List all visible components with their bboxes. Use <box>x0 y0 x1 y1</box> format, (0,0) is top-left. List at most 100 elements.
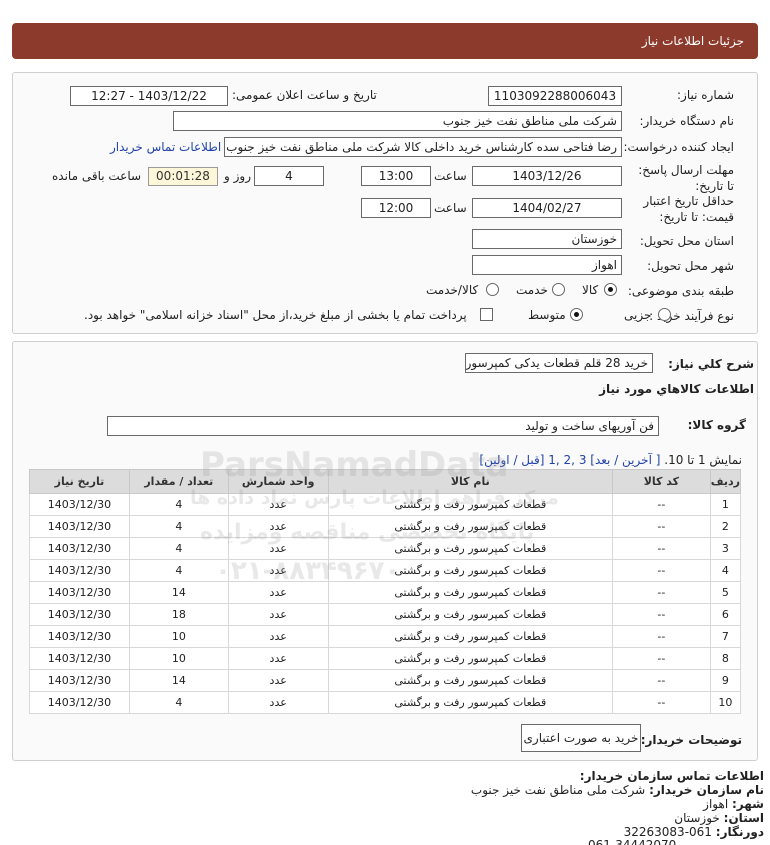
cell-unit: عدد <box>227 669 329 692</box>
days-field: 4 <box>254 166 324 186</box>
cell-date: 1403/12/30 <box>29 515 130 538</box>
contact-fax-label: دورنگار: <box>715 825 764 839</box>
cell-name: قطعات کمپرسور رفت و برگشتی <box>327 603 613 626</box>
announce-label: تاریخ و ساعت اعلان عمومی: <box>232 88 377 102</box>
days-label: روز و <box>224 169 251 183</box>
goods-group-field: فن آوریهای ساخت و تولید <box>107 416 659 436</box>
goods-group-label: گروه کالا: <box>687 418 746 432</box>
contact-phone-value: 061-34442070 <box>588 838 677 845</box>
cell-code: -- <box>611 559 711 582</box>
cell-date: 1403/12/30 <box>29 559 130 582</box>
deadline-label: مهلت ارسال پاسخ: تا تاریخ: <box>638 163 734 193</box>
category-goods-service-label: کالا/خدمت <box>426 283 479 297</box>
cell-quantity: 4 <box>128 515 229 538</box>
table-row: 10 -- قطعات کمپرسور رفت و برگشتی عدد 4 1403/1… <box>29 691 742 714</box>
table-row: 1 -- قطعات کمپرسور رفت و برگشتی عدد 4 1403/12… <box>29 493 742 516</box>
cell-row-number: 10 <box>709 691 742 714</box>
cell-row-number: 5 <box>709 581 742 604</box>
cell-date: 1403/12/30 <box>29 669 130 692</box>
cell-row-number: 4 <box>709 559 742 582</box>
table-row: 2 -- قطعات کمپرسور رفت و برگشتی عدد 4 1403/12… <box>29 515 742 538</box>
creator-field: رضا فتاحی سده کارشناس خرید داخلی کالا شر… <box>224 137 622 157</box>
cell-row-number: 6 <box>709 603 742 626</box>
province-field: خوزستان <box>472 229 622 249</box>
contact-org-label: نام سازمان خریدار: <box>649 783 764 797</box>
process-minor-label: جزیی <box>624 308 652 322</box>
cell-code: -- <box>611 603 711 626</box>
cell-row-number: 7 <box>709 625 742 648</box>
category-radio-service[interactable] <box>552 282 565 296</box>
process-radio-minor[interactable] <box>658 307 671 321</box>
treasury-checkbox[interactable] <box>480 307 493 321</box>
category-service-label: خدمت <box>516 283 548 297</box>
table-row: 8 -- قطعات کمپرسور رفت و برگشتی عدد 10 1403/1… <box>29 647 742 670</box>
contact-org-value: شرکت ملی مناطق نفت خیز جنوب <box>470 783 646 797</box>
radio-icon <box>486 283 499 296</box>
cell-quantity: 4 <box>128 493 229 516</box>
contact-province-row: استان: خوزستان <box>674 811 764 825</box>
cell-quantity: 10 <box>128 625 229 648</box>
cell-quantity: 14 <box>128 669 229 692</box>
cell-name: قطعات کمپرسور رفت و برگشتی <box>327 493 613 516</box>
cell-code: -- <box>611 515 711 538</box>
col-header-date: تاریخ نیاز <box>29 469 130 494</box>
need-summary-field: خرید 28 قلم قطعات یدکی کمپرسور <box>465 353 653 373</box>
category-radio-goods-service[interactable] <box>486 282 499 296</box>
buyer-notes-label: توضیحات خریدار: <box>640 733 742 747</box>
process-radio-medium[interactable] <box>570 307 583 321</box>
pagination-range: نمایش 1 تا 10. <box>664 453 742 467</box>
cell-row-number: 3 <box>709 537 742 560</box>
cell-name: قطعات کمپرسور رفت و برگشتی <box>327 581 613 604</box>
category-radio-goods[interactable] <box>604 282 617 296</box>
contact-org-row: نام سازمان خریدار: شرکت ملی مناطق نفت خی… <box>471 783 764 797</box>
creator-label: ایجاد کننده درخواست: <box>623 140 734 154</box>
contact-city-label: شهر: <box>732 797 764 811</box>
col-header-unit: واحد شمارش <box>227 469 329 494</box>
need-summary-label: شرح کلي نياز: <box>668 357 754 371</box>
validity-label: حداقل تاریخ اعتبار قیمت: تا تاریخ: <box>643 194 734 224</box>
table-row: 3 -- قطعات کمپرسور رفت و برگشتی عدد 4 1403/12… <box>29 537 742 560</box>
table-row: 4 -- قطعات کمپرسور رفت و برگشتی عدد 4 1403/12… <box>29 559 742 582</box>
cell-date: 1403/12/30 <box>29 581 130 604</box>
cell-code: -- <box>611 625 711 648</box>
cell-unit: عدد <box>227 515 329 538</box>
table-row: 7 -- قطعات کمپرسور رفت و برگشتی عدد 10 1403/1… <box>29 625 742 648</box>
radio-selected-icon <box>604 283 617 296</box>
cell-quantity: 14 <box>128 581 229 604</box>
contact-fax-value: 061-32263083 <box>623 825 712 839</box>
page-header: جزئیات اطلاعات نیاز <box>12 23 758 59</box>
cell-unit: عدد <box>227 647 329 670</box>
cell-row-number: 9 <box>709 669 742 692</box>
contact-city-row: شهر: اهواز <box>703 797 764 811</box>
buyer-org-field: شرکت ملی مناطق نفت خیز جنوب <box>173 111 622 131</box>
radio-icon <box>552 283 565 296</box>
col-header-name: نام کالا <box>327 469 613 494</box>
category-label: طبقه بندی موضوعی: <box>627 284 734 298</box>
cell-quantity: 4 <box>128 537 229 560</box>
validity-time-field: 12:00 <box>361 198 431 218</box>
cell-code: -- <box>611 537 711 560</box>
cell-date: 1403/12/30 <box>29 647 130 670</box>
cell-date: 1403/12/30 <box>29 603 130 626</box>
cell-quantity: 4 <box>128 691 229 714</box>
announce-field: 1403/12/22 - 12:27 <box>70 86 228 106</box>
cell-unit: عدد <box>227 559 329 582</box>
contact-buyer-link[interactable]: اطلاعات تماس خریدار <box>110 140 221 154</box>
remaining-time: 00:01:28 <box>148 167 218 186</box>
cell-unit: عدد <box>227 537 329 560</box>
contact-province-value: خوزستان <box>674 811 720 825</box>
cell-code: -- <box>611 691 711 714</box>
category-goods-label: کالا <box>582 283 599 297</box>
validity-date-field: 1404/02/27 <box>472 198 622 218</box>
col-header-code: کد کالا <box>611 469 711 494</box>
pagination-info: نمایش 1 تا 10. [ آخرین / بعد] 3 ,2 ,1 [ق… <box>479 453 742 467</box>
cell-code: -- <box>611 669 711 692</box>
cell-name: قطعات کمپرسور رفت و برگشتی <box>327 691 613 714</box>
pagination-links[interactable]: [ آخرین / بعد] 3 ,2 ,1 [قبل / اولین] <box>479 453 660 467</box>
cell-quantity: 4 <box>128 559 229 582</box>
goods-table: ردیف کد کالا نام کالا واحد شمارش تعداد /… <box>29 469 742 714</box>
city-label: شهر محل تحویل: <box>647 259 734 273</box>
city-field: اهواز <box>472 255 622 275</box>
cell-date: 1403/12/30 <box>29 537 130 560</box>
remaining-label: ساعت باقی مانده <box>52 169 142 183</box>
